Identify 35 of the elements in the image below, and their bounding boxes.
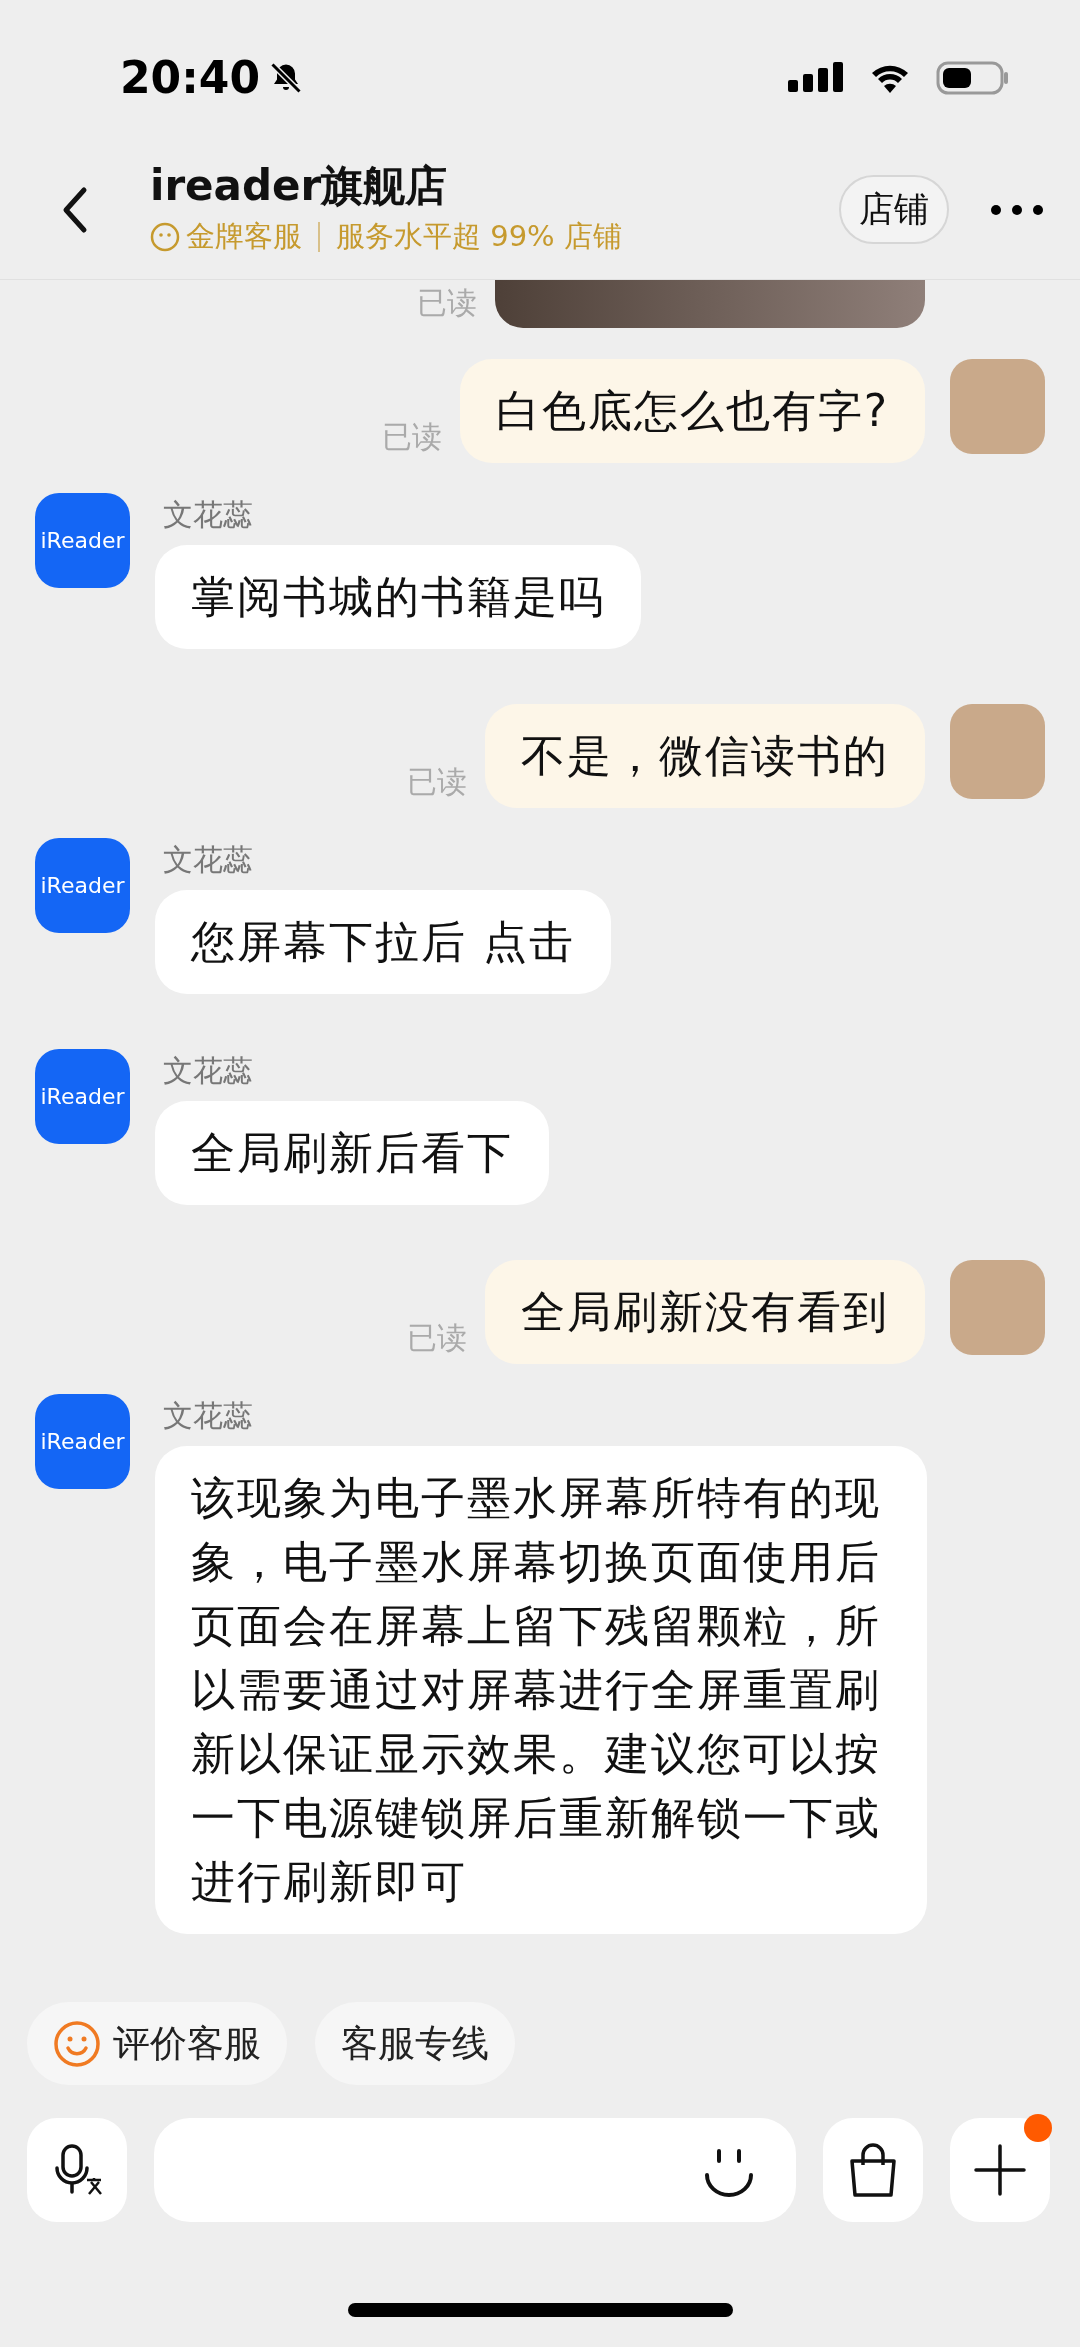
service-badge-label: 金牌客服	[186, 217, 302, 255]
message-bubble: 您屏幕下拉后 点击	[155, 890, 611, 994]
message-bubble: 全局刷新没有看到	[485, 1260, 925, 1364]
quick-reply-button[interactable]: 评价客服	[27, 2002, 287, 2085]
message-input[interactable]	[154, 2118, 796, 2222]
shop-title: ireader旗舰店	[150, 160, 449, 211]
sender-name: 文花蕊	[163, 841, 253, 879]
sender-name: 文花蕊	[163, 1052, 253, 1090]
message-bubble: 全局刷新后看下	[155, 1101, 549, 1205]
service-level: 服务水平超 99% 店铺	[336, 217, 622, 255]
face-icon	[150, 221, 180, 252]
message-bubble: 掌阅书城的书籍是吗	[155, 545, 641, 649]
message-bubble: 白色底怎么也有字?	[459, 359, 925, 463]
sender-name: 文花蕊	[163, 496, 253, 534]
plus-icon	[974, 2144, 1026, 2196]
message-bubble: 不是，微信读书的	[485, 704, 925, 808]
message-bubble: 该现象为电子墨水屏幕所特有的现象，电子墨水屏幕切换页面使用后页面会在屏幕上留下残留颗粒，所以需要通过对屏幕进行全屏重置刷新以保证显示效果。建议您可以按一下电源键锁屏后重新解锁一下或进行刷新即可	[155, 1446, 927, 1934]
shop-avatar[interactable]: iReader	[35, 1394, 130, 1489]
photo-placeholder[interactable]	[495, 280, 925, 328]
voice-button[interactable]	[27, 2118, 127, 2222]
quick-reply-button[interactable]: 客服专线	[315, 2002, 515, 2085]
smiley-icon	[53, 2019, 101, 2068]
shop-avatar[interactable]: iReader	[35, 1049, 130, 1144]
shop-bag-button[interactable]	[823, 2118, 923, 2222]
more-icon	[989, 203, 1045, 217]
shop-avatar[interactable]: iReader	[35, 838, 130, 933]
read-receipt: 已读	[407, 763, 467, 801]
shop-avatar[interactable]: iReader	[35, 493, 130, 588]
read-receipt: 已读	[381, 418, 442, 456]
read-receipt: 已读	[407, 1319, 467, 1357]
status-time: 20:40	[120, 51, 261, 105]
read-receipt: 已读	[417, 284, 477, 322]
sender-name: 文花蕊	[163, 1397, 253, 1435]
battery-icon	[936, 60, 1010, 96]
shop-button[interactable]: 店铺	[839, 175, 949, 244]
